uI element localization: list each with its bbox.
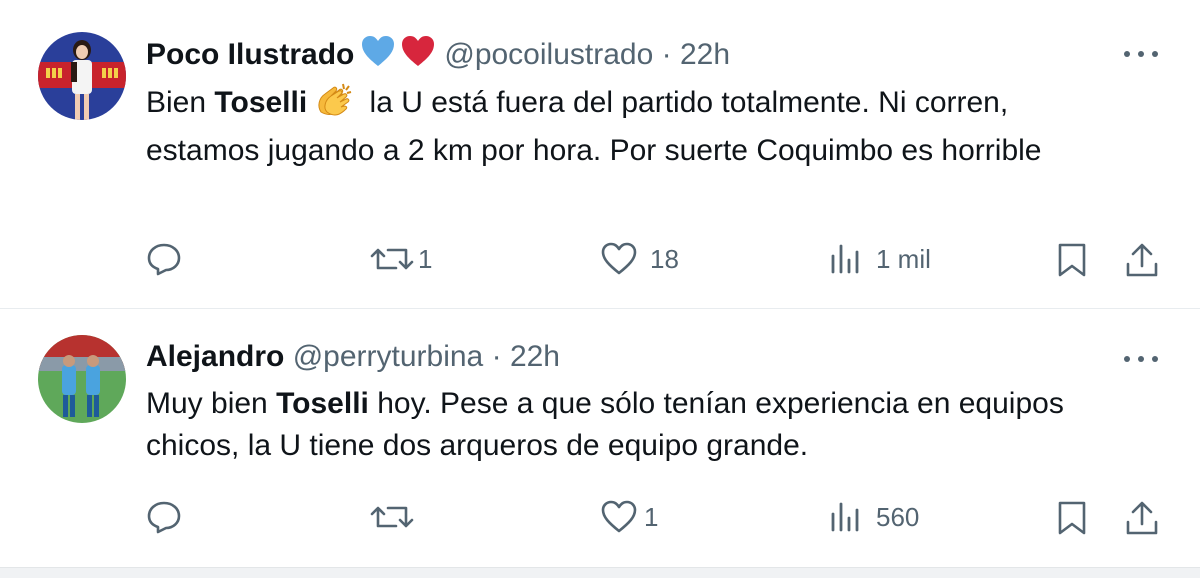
separator-dot: · [661,38,672,71]
views-icon [831,244,859,274]
red-heart-icon [402,36,435,66]
bookmark-button[interactable] [1056,242,1088,278]
timestamp[interactable]: 22h [680,38,730,71]
separator-dot: · [491,340,502,373]
author-handle[interactable]: @perryturbina [293,340,484,373]
action-bar: 1 18 1 mil [0,242,1200,282]
share-button[interactable] [1124,242,1160,278]
views-button[interactable]: 560 [830,500,919,534]
views-icon [831,502,859,532]
reply-button[interactable] [146,242,190,276]
mention-bold: Toselli [214,86,308,119]
retweet-icon [370,506,414,528]
retweet-button[interactable]: 1 [370,242,432,276]
like-button[interactable]: 1 [600,500,658,534]
avatar[interactable] [38,32,126,120]
tweet[interactable]: Alejandro @perryturbina · 22h Muy bien T… [0,309,1200,567]
bookmark-icon [1058,501,1086,535]
tweet-text: Muy bien Toselli hoy. Pese a que sólo te… [146,387,1064,462]
like-icon [601,500,637,533]
tweet-text: Bien Toselli la U está fuera del partido… [146,82,1106,172]
author-name[interactable]: Poco Ilustrado [146,38,354,71]
share-icon [1126,243,1158,277]
reply-icon [147,501,181,534]
feed-bottom-strip [0,567,1200,578]
author-handle[interactable]: @pocoilustrado [444,38,653,71]
avatar[interactable] [38,335,126,423]
more-icon[interactable] [1124,44,1158,64]
views-button[interactable]: 1 mil [830,242,931,276]
more-icon[interactable] [1124,349,1158,369]
avatar-image [38,32,126,120]
reply-icon [147,243,181,276]
bookmark-icon [1058,243,1086,277]
action-bar: 1 560 [0,500,1200,540]
reply-button[interactable] [146,500,190,534]
author-name[interactable]: Alejandro [146,340,284,373]
retweet-button[interactable] [370,500,422,534]
share-icon [1126,501,1158,535]
clapping-hands-icon [313,82,355,130]
tweet[interactable]: Poco Ilustrado @pocoilustrado · 22h Bien … [0,0,1200,308]
share-button[interactable] [1124,500,1160,536]
mention-bold: Toselli [276,387,369,420]
timestamp[interactable]: 22h [510,340,560,373]
like-icon [601,242,637,275]
bookmark-button[interactable] [1056,500,1088,536]
retweet-icon [370,248,414,270]
blue-heart-icon [362,36,395,66]
avatar-image [38,335,126,423]
like-button[interactable]: 18 [600,242,679,276]
